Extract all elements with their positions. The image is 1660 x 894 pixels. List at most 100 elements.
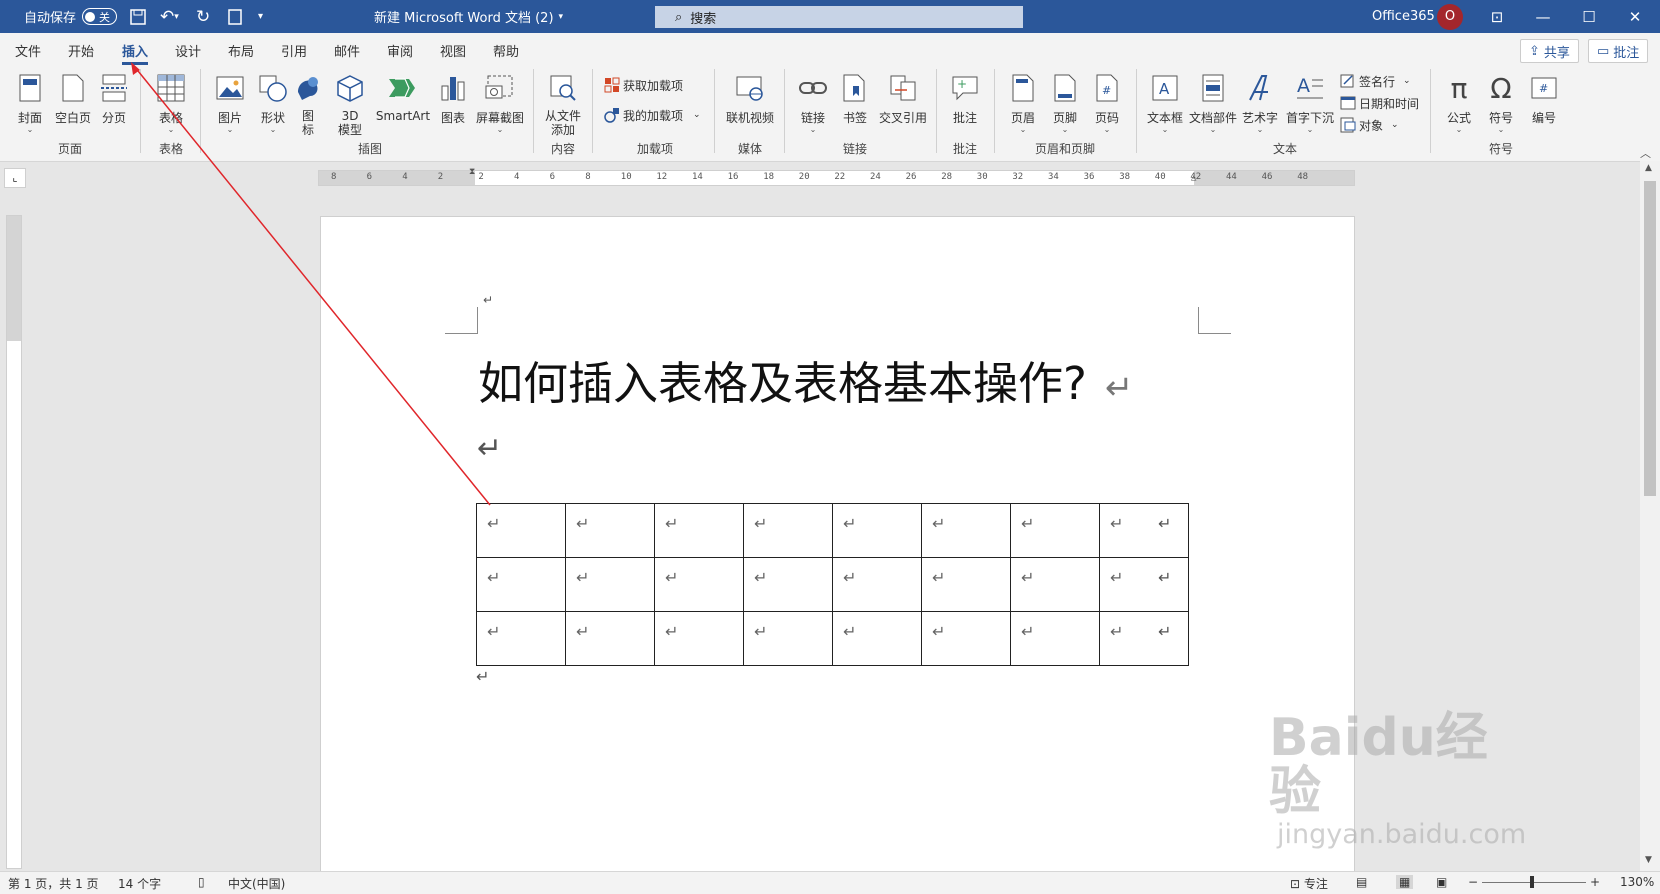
web-layout-icon[interactable]: ▣	[1436, 875, 1447, 889]
account-avatar[interactable]: O	[1437, 0, 1463, 33]
table-cell[interactable]: ↵	[1010, 557, 1100, 612]
tab-home[interactable]: 开始	[68, 41, 94, 60]
table-cell[interactable]: ↵	[1099, 503, 1189, 558]
table-cell[interactable]: ↵	[832, 611, 922, 666]
add-from-file-button[interactable]: 从文件 添加	[538, 71, 588, 137]
number-button[interactable]: # 编号	[1520, 71, 1568, 126]
zoom-slider-track[interactable]	[1482, 882, 1586, 883]
word-count[interactable]: 14 个字	[118, 875, 161, 892]
zoom-in-icon[interactable]: +	[1590, 875, 1600, 889]
object-button[interactable]: 对象 ⌄	[1340, 115, 1399, 135]
table-cell[interactable]: ↵	[1010, 611, 1100, 666]
screenshot-button[interactable]: 屏幕截图 ⌄	[472, 71, 528, 134]
new-comment-button[interactable]: + 批注	[940, 71, 990, 126]
maximize-button[interactable]: ☐	[1566, 0, 1612, 33]
comments-button[interactable]: ▭ 批注	[1588, 39, 1649, 63]
table-cell[interactable]: ↵	[743, 557, 833, 612]
table-cell[interactable]: ↵	[921, 557, 1011, 612]
collapse-ribbon-icon[interactable]: ︿	[1640, 145, 1651, 161]
print-layout-icon[interactable]: ▦	[1396, 875, 1414, 889]
customize-qat-icon[interactable]: ▾	[258, 0, 263, 33]
get-addins-button[interactable]: 获取加载项	[604, 75, 683, 95]
3d-models-button[interactable]: 3D 模型	[328, 71, 372, 137]
quick-parts-button[interactable]: 文档部件 ⌄	[1186, 71, 1240, 134]
scroll-down-icon[interactable]: ▼	[1645, 855, 1652, 865]
document-title[interactable]: 新建 Microsoft Word 文档 (2) ▾	[374, 0, 563, 33]
my-addins-button[interactable]: 我的加载项 ⌄	[604, 105, 701, 125]
table-cell[interactable]: ↵	[1099, 557, 1189, 612]
save-icon[interactable]	[130, 0, 146, 33]
signature-line-button[interactable]: 签名行 ⌄	[1340, 71, 1411, 91]
table-cell[interactable]: ↵	[654, 503, 744, 558]
print-preview-icon[interactable]	[228, 0, 242, 33]
scrollbar-thumb[interactable]	[1644, 181, 1656, 496]
table-cell[interactable]: ↵	[476, 557, 566, 612]
page-number-button[interactable]: # 页码 ⌄	[1082, 71, 1132, 134]
symbol-button[interactable]: Ω 符号 ⌄	[1478, 71, 1524, 134]
text-box-button[interactable]: A 文本框 ⌄	[1140, 71, 1190, 134]
table-cell[interactable]: ↵	[1010, 503, 1100, 558]
scroll-up-icon[interactable]: ▲	[1645, 163, 1652, 173]
online-video-button[interactable]: 联机视频	[720, 71, 780, 126]
page-break-button[interactable]: 分页	[89, 71, 139, 126]
tab-selector[interactable]: ⌞	[4, 168, 26, 188]
autosave-toggle[interactable]: 关	[82, 8, 118, 25]
share-button[interactable]: ⇪ 共享	[1520, 39, 1579, 63]
autosave-group[interactable]: 自动保存 关	[24, 0, 118, 33]
tab-layout[interactable]: 布局	[228, 41, 254, 60]
tab-mailings[interactable]: 邮件	[334, 41, 360, 60]
table-cell[interactable]: ↵	[654, 611, 744, 666]
focus-mode-button[interactable]: ⊡ 专注	[1290, 875, 1328, 892]
vertical-ruler[interactable]	[6, 215, 22, 869]
right-indent-marker-icon[interactable]: △	[1191, 173, 1196, 183]
tab-references[interactable]: 引用	[281, 41, 307, 60]
close-button[interactable]: ✕	[1612, 0, 1658, 33]
chart-button[interactable]: 图表	[428, 71, 478, 126]
tab-file[interactable]: 文件	[15, 41, 41, 60]
indent-marker-icon[interactable]: ⧗	[469, 167, 475, 177]
proofing-icon[interactable]: ▯	[198, 875, 205, 889]
table-cell[interactable]: ↵	[654, 557, 744, 612]
table-cell[interactable]: ↵	[1099, 611, 1189, 666]
table-cell[interactable]: ↵	[832, 557, 922, 612]
read-mode-icon[interactable]: ▤	[1356, 875, 1367, 889]
cross-reference-button[interactable]: 交叉引用	[874, 71, 932, 126]
bookmark-button[interactable]: 书签	[830, 71, 880, 126]
tab-design[interactable]: 设计	[175, 41, 201, 60]
document-page[interactable]: ↵ 如何插入表格及表格基本操作? ↵ ↵ ↵ ↵ ↵ ↵ ↵ ↵ ↵ ↵ ↵ ↵ ↵ ↵ ↵ ↵ ↵ ↵ ↵ ↵ ↵ ↵…	[320, 216, 1526, 878]
minimize-button[interactable]: —	[1520, 0, 1566, 33]
table-cell[interactable]: ↵	[565, 611, 655, 666]
undo-icon[interactable]: ↶ ▾	[160, 0, 179, 33]
document-heading[interactable]: 如何插入表格及表格基本操作? ↵	[478, 347, 1133, 412]
smartart-button[interactable]: SmartArt	[372, 71, 434, 123]
document-table[interactable]: ↵ ↵ ↵ ↵ ↵ ↵ ↵ ↵ ↵ ↵ ↵ ↵ ↵ ↵ ↵ ↵ ↵ ↵ ↵ ↵ ↵ ↵ ↵ ↵	[476, 503, 1189, 666]
drop-cap-button[interactable]: A 首字下沉 ⌄	[1282, 71, 1338, 134]
redo-icon[interactable]: ↻	[196, 0, 210, 33]
zoom-level[interactable]: 130%	[1620, 875, 1654, 889]
table-cell[interactable]: ↵	[743, 611, 833, 666]
tab-help[interactable]: 帮助	[493, 41, 519, 60]
tab-insert[interactable]: 插入	[122, 41, 149, 65]
vertical-scrollbar[interactable]: ▲ ▼	[1640, 161, 1660, 871]
zoom-out-icon[interactable]: −	[1468, 875, 1478, 889]
table-cell[interactable]: ↵	[921, 611, 1011, 666]
date-time-button[interactable]: 日期和时间	[1340, 93, 1419, 113]
horizontal-ruler[interactable]: 8 6 4 2 2 4 6 8 10 12 14 16 18 20 22 24 26 28 30 32 34 36 38 40…	[318, 167, 1355, 186]
table-cell[interactable]: ↵	[565, 503, 655, 558]
tab-review[interactable]: 审阅	[387, 41, 413, 60]
table-cell[interactable]: ↵	[743, 503, 833, 558]
zoom-slider-thumb[interactable]	[1530, 876, 1534, 888]
table-cell[interactable]: ↵	[921, 503, 1011, 558]
tab-view[interactable]: 视图	[440, 41, 466, 60]
table-cell[interactable]: ↵	[565, 557, 655, 612]
equation-button[interactable]: π 公式 ⌄	[1436, 71, 1482, 134]
search-box[interactable]: ⌕ 搜索	[655, 6, 1023, 28]
ribbon-display-icon[interactable]: ⊡	[1474, 0, 1520, 33]
icons-button[interactable]: 图 标	[288, 71, 328, 137]
page-count[interactable]: 第 1 页，共 1 页	[8, 875, 99, 892]
wordart-button[interactable]: 艺术字 ⌄	[1236, 71, 1284, 134]
table-button[interactable]: 表格 ⌄	[146, 71, 196, 134]
table-cell[interactable]: ↵	[832, 503, 922, 558]
table-cell[interactable]: ↵	[476, 503, 566, 558]
language[interactable]: 中文(中国)	[228, 875, 285, 892]
